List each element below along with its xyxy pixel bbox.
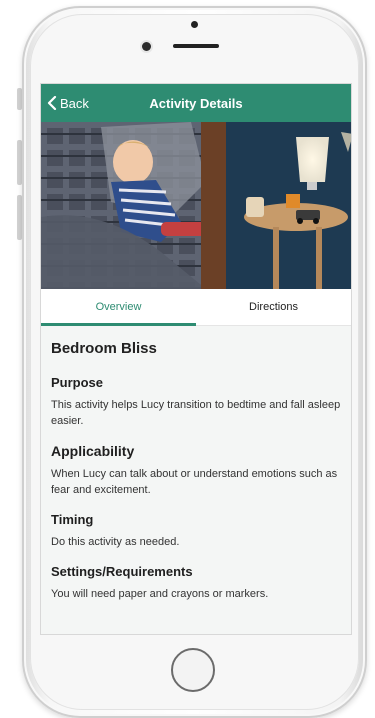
tab-directions[interactable]: Directions (196, 289, 351, 325)
tab-bar: Overview Directions (41, 289, 351, 326)
section-heading-purpose: Purpose (51, 375, 104, 390)
proximity-sensor (191, 21, 198, 28)
earpiece-speaker (173, 44, 219, 48)
section-heading-settings: Settings/Requirements (51, 564, 193, 579)
hero-illustration (41, 122, 351, 289)
section-text-timing: Do this activity as needed. (51, 536, 180, 548)
activity-hero-image (41, 122, 351, 289)
overview-content: Bedroom Bliss Purpose This activity help… (41, 326, 351, 602)
tab-overview[interactable]: Overview (41, 289, 196, 326)
section-heading-applicability: Applicability (51, 443, 135, 459)
app-screen: Back Activity Details Overview Direction… (40, 83, 352, 635)
back-label: Back (60, 95, 89, 111)
section-text-purpose: This activity helps Lucy transition to b… (51, 399, 341, 427)
chevron-left-icon (47, 96, 57, 110)
activity-title: Bedroom Bliss (51, 340, 157, 357)
navigation-bar: Back Activity Details (41, 84, 351, 122)
home-button[interactable] (171, 648, 215, 692)
section-text-applicability: When Lucy can talk about or understand e… (51, 468, 338, 496)
section-heading-timing: Timing (51, 512, 94, 527)
back-button[interactable]: Back (47, 84, 89, 122)
section-text-settings: You will need paper and crayons or marke… (51, 588, 269, 600)
front-camera (142, 42, 151, 51)
